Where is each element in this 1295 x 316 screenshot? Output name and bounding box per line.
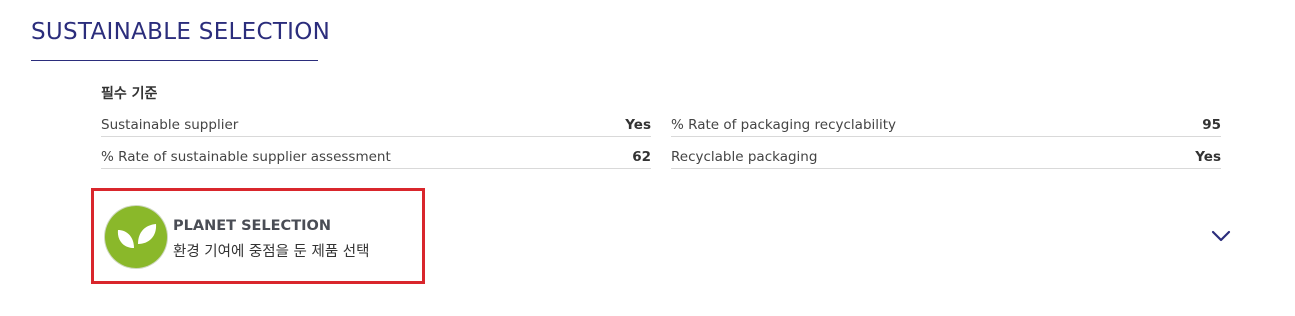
criteria-value: 62: [632, 149, 651, 165]
criteria-label-text: % Rate of sustainable supplier assessmen…: [101, 149, 391, 165]
planet-subtitle: 환경 기여에 중점을 둔 제품 선택: [173, 244, 370, 260]
chevron-down-icon[interactable]: [1210, 228, 1232, 244]
section-title: SUSTAINABLE SELECTION: [31, 19, 331, 45]
leaf-icon-svg: [117, 224, 157, 248]
criteria-value: Yes: [625, 117, 651, 133]
title-underline: [31, 60, 318, 61]
criteria-label-text: Recyclable packaging: [671, 149, 818, 165]
planet-title: PLANET SELECTION: [173, 218, 331, 234]
criteria-value: 95: [1202, 117, 1221, 133]
criteria-label-text: % Rate of packaging recyclability: [671, 117, 897, 133]
criteria-row: Sustainable supplier Yes: [101, 114, 651, 137]
criteria-label-text: Sustainable supplier: [101, 117, 239, 133]
criteria-row: Recyclable packaging Yes: [671, 146, 1221, 169]
leaf-icon: [105, 206, 167, 268]
criteria-row: % Rate of sustainable supplier assessmen…: [101, 146, 651, 169]
criteria-row: % Rate of packaging recyclability 95: [671, 114, 1221, 137]
criteria-value: Yes: [1195, 149, 1221, 165]
criteria-label: 필수 기준: [101, 86, 158, 102]
